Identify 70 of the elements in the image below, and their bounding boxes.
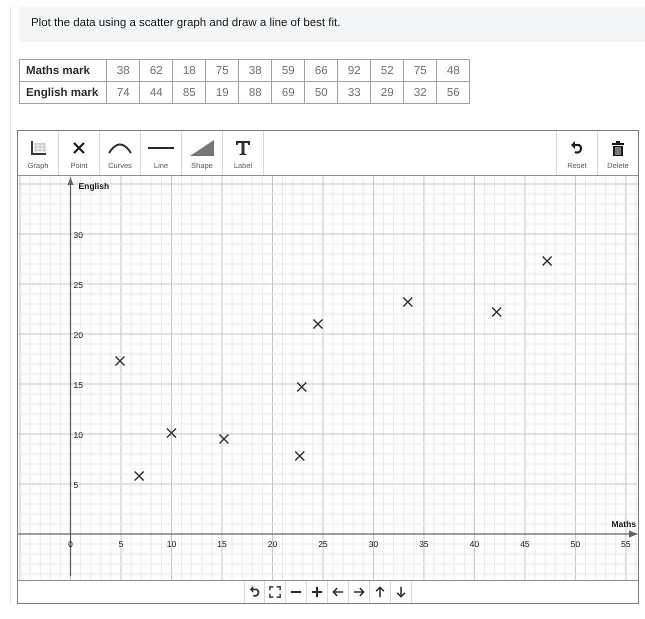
cross-marker[interactable] (491, 306, 502, 318)
cross-marker[interactable] (542, 256, 552, 266)
cross-marker[interactable] (312, 318, 324, 330)
table-cell: 75 (206, 60, 239, 82)
x-tick-label: 15 (217, 539, 227, 549)
y-tick-label: 15 (74, 380, 83, 390)
undo-button[interactable] (244, 581, 265, 603)
table-cell: 66 (304, 60, 338, 82)
table-cell: 29 (370, 82, 404, 104)
cross-marker[interactable] (218, 434, 230, 444)
reset-icon (570, 140, 584, 156)
table-cell: 19 (206, 82, 239, 104)
table-cell: 74 (106, 82, 140, 104)
table-cell: 69 (272, 82, 305, 104)
grid-icon (30, 141, 46, 155)
row-header: Maths mark (20, 60, 107, 82)
y-tick-label: 10 (74, 430, 83, 440)
zoom-in-icon (311, 586, 323, 598)
y-tick-label: 30 (74, 230, 83, 240)
down-arrow-icon (395, 586, 407, 598)
cross-marker[interactable] (402, 296, 413, 308)
up-arrow-icon (374, 586, 386, 598)
table-cell: 85 (172, 82, 206, 104)
cross-marker[interactable] (134, 470, 144, 482)
delete-icon (612, 140, 624, 156)
x-tick-label: 50 (570, 539, 580, 549)
fullscreen-icon (269, 586, 281, 598)
x-tick-label: 5 (118, 539, 124, 549)
cross-marker[interactable] (294, 450, 305, 462)
triangle-icon (190, 140, 214, 156)
table-cell: 52 (370, 60, 404, 82)
x-tick-label: 55 (621, 539, 631, 549)
x-tick-label: 20 (268, 539, 278, 549)
y-tick-label: 25 (74, 280, 83, 290)
x-tick-label: 45 (520, 539, 530, 549)
cross-icon (73, 142, 85, 154)
y-tick-label: 20 (74, 330, 83, 340)
table-cell: 62 (140, 60, 173, 82)
table-cell: 32 (404, 82, 437, 104)
curve-icon (108, 142, 132, 154)
letter-icon (235, 140, 251, 156)
table-cell: 50 (304, 82, 338, 104)
table-cell: 48 (436, 60, 470, 82)
table-cell: 18 (172, 60, 206, 82)
cross-marker[interactable] (166, 428, 177, 438)
table-cell: 38 (106, 60, 140, 82)
table-cell: 92 (338, 60, 371, 82)
right-arrow-icon (353, 586, 365, 598)
table-cell: 56 (436, 82, 470, 104)
table-cell: 75 (404, 60, 437, 82)
cross-marker[interactable] (114, 356, 126, 366)
y-axis-label: English (78, 181, 110, 191)
table-cell: 33 (338, 82, 371, 104)
y-tick-label: 5 (74, 480, 78, 490)
x-tick-label: 10 (166, 539, 176, 549)
cross-marker[interactable] (296, 382, 307, 392)
x-tick-label: 30 (368, 539, 378, 549)
question-text: Plot the data using a scatter graph and draw a line of best fit. (31, 17, 340, 29)
table-cell: 59 (272, 60, 305, 82)
x-tick-label: 35 (419, 539, 429, 549)
undo-icon (248, 586, 260, 598)
x-axis-label: Maths (611, 519, 636, 529)
table-cell: 44 (140, 82, 173, 104)
x-tick-label: 25 (318, 539, 328, 549)
table-cell: 88 (238, 82, 272, 104)
table-cell: 38 (238, 60, 272, 82)
row-header: English mark (20, 82, 107, 104)
line-icon (148, 146, 174, 150)
left-arrow-icon (332, 586, 344, 598)
x-tick-label: 40 (470, 539, 480, 549)
